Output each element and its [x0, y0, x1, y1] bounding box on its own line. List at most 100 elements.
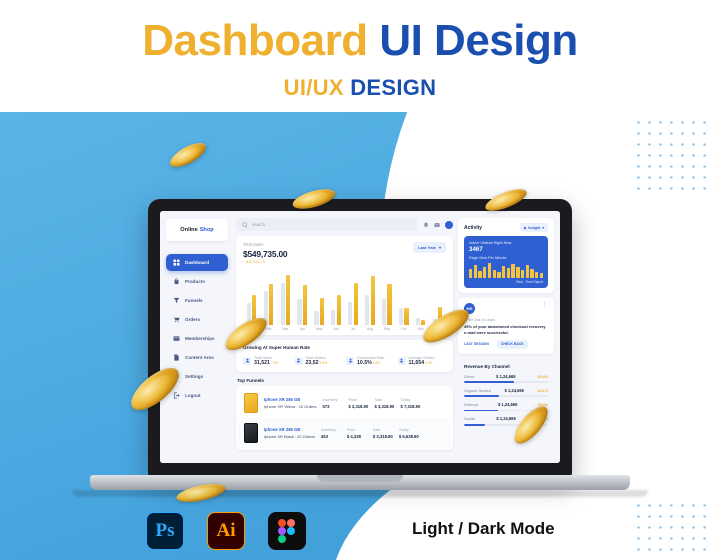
- grid-icon: [173, 259, 180, 266]
- active-visitors-count: 3467: [469, 246, 483, 253]
- chart-x-label: Feb: [265, 327, 272, 331]
- mini-chart-bar: [516, 267, 520, 278]
- laptop-mockup: Online Shop Dashboard Products Funnels O…: [72, 199, 648, 507]
- sidebar-item-orders[interactable]: Orders: [166, 311, 228, 328]
- chart-x-label: Dec: [434, 327, 441, 331]
- sidebar-item-products[interactable]: Products: [166, 273, 228, 290]
- bell-icon[interactable]: [423, 222, 429, 228]
- dot-grid-top-right: [633, 117, 711, 197]
- product-variant: Iphone XR Yellow : 10 Orders: [264, 403, 317, 409]
- revenue-progress-track: [464, 381, 548, 383]
- revenue-progress-track: [464, 409, 548, 412]
- table-cell-value: $ 7,318.90: [400, 403, 421, 409]
- chart-bar-group: [412, 269, 429, 325]
- chart-bar: [353, 283, 358, 325]
- chart-bar: [297, 299, 302, 325]
- check-back-button[interactable]: CHECK BACK: [496, 339, 528, 349]
- table-row[interactable]: Iphone XR 256 GB Iphone XR Yellow : 10 Or…: [238, 388, 451, 418]
- total-sales-header: Total Sales $549,735.00 ↑ $10,444.75 Las…: [243, 242, 446, 264]
- mini-chart-bar: [530, 269, 534, 278]
- sidebar-item-funnels[interactable]: Funnels: [166, 292, 228, 309]
- table-cell-inventory: Inventory 453: [321, 428, 341, 439]
- message-buttons: LAST SESSION CHECK BACK: [464, 339, 548, 349]
- active-visitors-card: Active Visitors Right Now 3467 Page View…: [464, 236, 548, 288]
- table-row[interactable]: Iphone XR 256 GB Iphone XR Black : 20 Ord…: [238, 418, 451, 448]
- chart-bar: [280, 282, 285, 325]
- iphone-yellow-thumb: [244, 393, 258, 413]
- product-variant: Iphone XR Black : 20 Orders: [264, 433, 315, 439]
- total-sales-delta: ↑ $10,444.75: [243, 259, 265, 264]
- total-sales-value: $549,735.00: [243, 248, 288, 259]
- date-range-label: Last Year: [418, 245, 436, 250]
- chart-bar-group: [311, 269, 328, 325]
- revenue-channel-percent: 42.1%: [537, 388, 548, 393]
- more-options-icon[interactable]: ⋮: [542, 302, 549, 308]
- chart-bar: [246, 303, 251, 325]
- insight-label: Insight: [528, 225, 541, 230]
- revenue-channel-name: Direct: [464, 373, 475, 379]
- product-name[interactable]: Iphone XR 256 GB: [264, 427, 315, 432]
- chart-bar: [319, 297, 324, 325]
- table-cell-value: $ 6,638.90: [398, 433, 419, 439]
- sidebar-item-dashboard[interactable]: Dashboard: [166, 254, 228, 271]
- sidebar-item-settings[interactable]: Settings: [166, 368, 228, 385]
- chart-bar-group: [395, 269, 412, 325]
- chart-bar: [336, 295, 341, 325]
- table-col-header: Today: [398, 427, 409, 432]
- insight-button[interactable]: ◈ Insight ▾: [519, 223, 548, 232]
- last-session-button[interactable]: LAST SESSION: [464, 340, 493, 349]
- app-logo[interactable]: Online Shop: [166, 219, 228, 241]
- sidebar-item-logout[interactable]: Logout: [166, 387, 228, 404]
- cart-icon: [173, 316, 180, 323]
- page-view-label: Page View Per Minute: [469, 256, 507, 260]
- logo-text-online: Online: [180, 227, 198, 233]
- revenue-channel-name: Organic Search: [464, 387, 492, 393]
- revenue-channel-row: Organic Search $ 1,24,665 42.1%: [464, 387, 548, 398]
- revenue-channel-percent: 40.3%: [537, 403, 548, 408]
- document-icon: [173, 354, 180, 361]
- growth-title: Growing At Super Human Rate: [243, 345, 310, 350]
- chart-bar: [382, 299, 387, 325]
- sidebar-item-content-area[interactable]: Content Area: [166, 349, 228, 366]
- table-cell-value: 573: [322, 403, 330, 409]
- table-cell-value: $ 3,318.90: [372, 433, 393, 439]
- revenue-progress-fill: [464, 409, 498, 412]
- dashboard-app: Online Shop Dashboard Products Funnels O…: [160, 211, 560, 463]
- table-cell-price: Price $ 4,338: [347, 428, 367, 439]
- mini-chart-bar: [535, 271, 539, 278]
- laptop-base: [90, 475, 630, 490]
- avatar[interactable]: [445, 220, 453, 229]
- table-cell-sale: Sale $ 3,318.90: [374, 398, 394, 409]
- revenue-progress-fill: [464, 423, 485, 426]
- mini-chart-bar: [492, 269, 496, 278]
- gear-icon: [173, 373, 180, 380]
- message-subtitle: In the last 30 days: [464, 318, 495, 322]
- chevron-down-icon: ▾: [438, 245, 441, 250]
- search-input[interactable]: search...: [236, 218, 417, 231]
- table-cell-price: Price $ 2,318.90: [348, 398, 368, 409]
- date-range-dropdown[interactable]: Last Year ▾: [413, 242, 446, 253]
- app-icons-row: Ps Ai: [146, 512, 306, 550]
- mail-icon[interactable]: [434, 222, 440, 228]
- table-col-header: Sale: [372, 427, 381, 432]
- chart-bar: [302, 285, 307, 325]
- product-name[interactable]: Iphone XR 256 GB: [264, 397, 316, 402]
- growth-stat: Average Orders 11,6544.4%: [397, 355, 447, 366]
- mini-chart-bar: [483, 266, 487, 278]
- growth-stats-row: Total Sales 31,5217.8% Total Orders 23,525.…: [243, 355, 446, 366]
- chart-bar-group: [243, 269, 260, 325]
- growth-card: Growing At Super Human Rate Total Sales 3…: [236, 340, 453, 372]
- mini-chart-bar: [539, 273, 544, 278]
- revenue-channel-row: Direct $ 1,24,665 60.4%: [464, 374, 548, 383]
- growth-stat: Total Orders 23,525.6%: [294, 355, 344, 366]
- card-icon: [173, 335, 180, 342]
- chart-x-label: Mar: [282, 327, 289, 331]
- sidebar-item-memberships[interactable]: Memberships: [166, 330, 228, 347]
- chart-bar: [268, 284, 274, 325]
- table-col-header: Price: [346, 427, 356, 432]
- main-column: search... Total Sales $549,735.00 ↑ $10,…: [236, 218, 453, 457]
- chart-bar-group: [378, 269, 395, 325]
- filter-icon: [173, 297, 180, 304]
- chart-x-label: Oct: [401, 327, 407, 331]
- mini-chart-bar: [520, 270, 525, 278]
